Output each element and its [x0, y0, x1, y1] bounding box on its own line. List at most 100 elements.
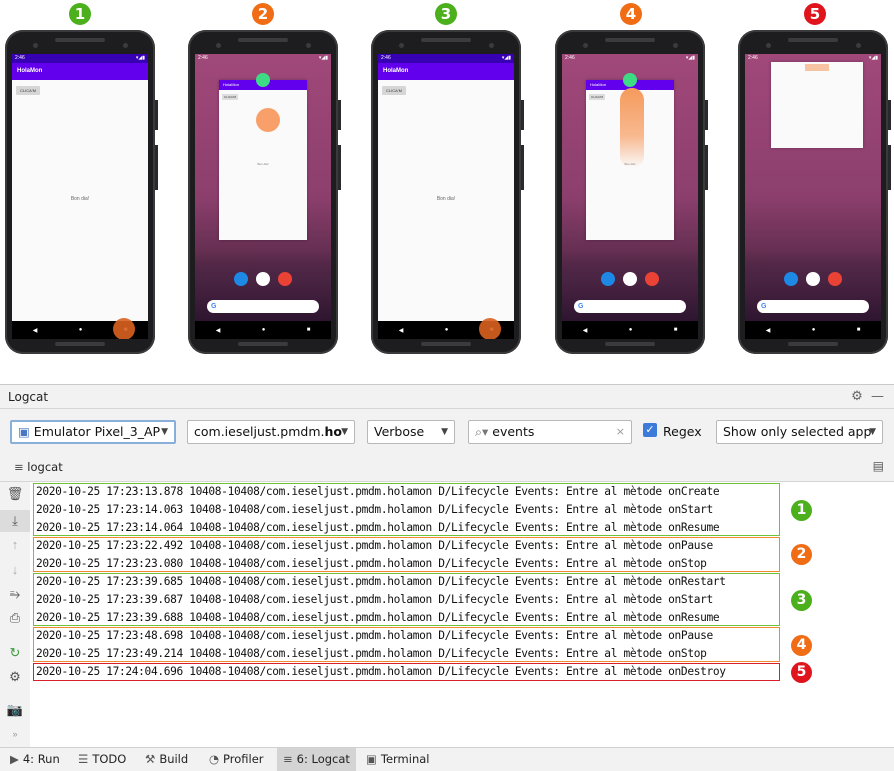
tab-build[interactable]: ⚒ Build — [139, 748, 194, 771]
google-search-bar[interactable]: G — [574, 300, 686, 313]
back-icon: ◀ — [582, 327, 588, 334]
tab-run[interactable]: ▶ 4: Run — [4, 748, 66, 771]
log-line: 2020-10-25 17:23:23.080 10408-10408/com.… — [36, 557, 707, 570]
touch-indicator — [479, 318, 501, 339]
tab-profiler[interactable]: ◔ Profiler — [203, 748, 270, 771]
chevron-down-icon: ▼ — [869, 427, 876, 437]
phone-5: 2:46 ▾◢▮ G ◀ ● ■ — [738, 30, 891, 354]
phone-screen: 2:46▾◢▮ HolaMon CLICA'M Bon dia! G ◀●■ — [562, 54, 698, 339]
print-icon[interactable]: ⎙ — [0, 610, 30, 626]
logcat-side-toolbar: 🗑 ⤓ ↑ ↓ ⥱ ⎙ ↻ ⚙ 📷 » — [0, 482, 31, 747]
device-select[interactable]: ▣ Emulator Pixel_3_AP ▼ — [10, 420, 176, 444]
chrome-icon[interactable] — [278, 272, 292, 286]
home-icon: ● — [444, 327, 449, 333]
swipe-trail — [620, 88, 644, 168]
app-title: HolaMon — [378, 63, 514, 80]
recent-app-card[interactable]: HolaMon CLICA'M Bon dia! — [219, 80, 307, 240]
phone-4: 2:46▾◢▮ HolaMon CLICA'M Bon dia! G ◀●■ — [555, 30, 708, 354]
app-title: HolaMon — [12, 63, 148, 80]
lines-icon: ≡ — [14, 460, 24, 474]
logcat-icon: ≡ — [283, 752, 293, 766]
phone-screen: 2:46▾◢▮ HolaMon CLICA'M Bon dia! ◀●■ — [378, 54, 514, 339]
chrome-icon[interactable] — [645, 272, 659, 286]
down-arrow-icon[interactable]: ↓ — [0, 562, 30, 577]
logcat-panel: Logcat ⚙ — ▣ Emulator Pixel_3_AP ▼ com.ie… — [0, 384, 894, 771]
scroll-to-end-icon[interactable]: ⤓ — [0, 510, 30, 532]
log-line: 2020-10-25 17:23:39.685 10408-10408/com.… — [36, 575, 726, 588]
device-icon: ▣ — [18, 424, 30, 439]
clicam-button[interactable]: CLICA'M — [382, 86, 406, 95]
google-search-bar[interactable]: G — [757, 300, 869, 313]
log-step-badge-4: 4 — [791, 635, 812, 656]
log-output[interactable]: 2020-10-25 17:23:13.878 10408-10408/com.… — [30, 482, 894, 747]
google-search-bar[interactable]: G — [207, 300, 319, 313]
filter-select[interactable]: Show only selected app ▼ — [716, 420, 883, 444]
android-icon — [256, 73, 270, 87]
step-badge-4: 4 — [620, 3, 642, 25]
profiler-icon: ◔ — [209, 752, 220, 766]
search-input[interactable]: ⌕▾ events × — [468, 420, 632, 444]
regex-checkbox[interactable]: ✓ — [643, 423, 657, 437]
touch-indicator — [256, 108, 280, 132]
home-icon: ● — [628, 327, 633, 333]
dismissed-card — [771, 62, 863, 148]
log-step-badge-1: 1 — [791, 500, 812, 521]
messages-icon[interactable] — [234, 272, 248, 286]
log-level-select[interactable]: Verbose ▼ — [367, 420, 455, 444]
panel-title: Logcat ⚙ — — [0, 385, 894, 409]
messages-icon[interactable] — [784, 272, 798, 286]
log-line: 2020-10-25 17:23:13.878 10408-10408/com.… — [36, 485, 720, 498]
restart-icon[interactable]: ↻ — [0, 645, 30, 661]
regex-label: Regex — [663, 424, 702, 439]
package-select[interactable]: com.ieseljust.pmdm.ho ▼ — [187, 420, 355, 444]
touch-indicator — [113, 318, 135, 339]
chrome-icon[interactable] — [828, 272, 842, 286]
layout-icon[interactable]: ▤ — [873, 459, 884, 473]
home-icon: ● — [261, 327, 266, 333]
back-icon: ◀ — [215, 327, 221, 334]
phone-screen: 2:46▾◢▮ HolaMon CLICA'M Bon dia! G ◀●■ — [195, 54, 331, 339]
log-line: 2020-10-25 17:23:14.063 10408-10408/com.… — [36, 503, 713, 516]
step-badge-1: 1 — [69, 3, 91, 25]
tab-todo[interactable]: ☰ TODO — [72, 748, 132, 771]
chevron-down-icon: ▼ — [441, 427, 448, 437]
back-icon: ◀ — [398, 327, 404, 334]
tab-terminal[interactable]: ▣ Terminal — [360, 748, 435, 771]
gear-icon[interactable]: ⚙ — [851, 389, 863, 404]
recents-icon: ■ — [673, 327, 678, 333]
log-line: 2020-10-25 17:23:14.064 10408-10408/com.… — [36, 521, 720, 534]
play-store-icon[interactable] — [256, 272, 270, 286]
trash-icon[interactable]: 🗑 — [0, 486, 30, 502]
step-badge-5: 5 — [804, 3, 826, 25]
tool-window-bar: ▶ 4: Run ☰ TODO ⚒ Build ◔ Profiler ≡ 6: Logca… — [0, 747, 894, 771]
phone-1: 2:46▾◢▮ HolaMon CLICA'M Bon dia! ◀●■ — [5, 30, 158, 354]
chevron-down-icon: ▼ — [341, 427, 348, 437]
minimize-icon[interactable]: — — [871, 389, 884, 404]
more-icon[interactable]: » — [0, 729, 30, 739]
play-store-icon[interactable] — [806, 272, 820, 286]
recents-icon: ■ — [856, 327, 861, 333]
log-line: 2020-10-25 17:24:04.696 10408-10408/com.… — [36, 665, 726, 678]
log-step-badge-5: 5 — [791, 662, 812, 683]
log-line: 2020-10-25 17:23:48.698 10408-10408/com.… — [36, 629, 713, 642]
screen-capture-icon[interactable]: 📷 — [0, 702, 30, 718]
logcat-toolbar: ▣ Emulator Pixel_3_AP ▼ com.ieseljust.pmd… — [0, 409, 894, 453]
step-badge-2: 2 — [252, 3, 274, 25]
recents-icon: ■ — [306, 327, 311, 333]
settings-icon[interactable]: ⚙ — [0, 669, 30, 685]
play-store-icon[interactable] — [623, 272, 637, 286]
clicam-button[interactable]: CLICA'M — [16, 86, 40, 95]
messages-icon[interactable] — [601, 272, 615, 286]
up-arrow-icon[interactable]: ↑ — [0, 537, 30, 552]
phone-3: 2:46▾◢▮ HolaMon CLICA'M Bon dia! ◀●■ — [371, 30, 524, 354]
build-icon: ⚒ — [145, 752, 156, 766]
tab-logcat[interactable]: ≡ logcat — [14, 460, 63, 474]
phone-screen: 2:46 ▾◢▮ G ◀ ● ■ — [745, 54, 881, 339]
log-step-badge-2: 2 — [791, 544, 812, 565]
log-line: 2020-10-25 17:23:39.688 10408-10408/com.… — [36, 611, 720, 624]
swipe-trail — [805, 64, 829, 71]
soft-wrap-icon[interactable]: ⥱ — [0, 586, 30, 602]
recent-app-card[interactable]: HolaMon CLICA'M Bon dia! — [586, 80, 674, 240]
status-time: 2:46 — [15, 55, 25, 61]
tab-logcat-bottom[interactable]: ≡ 6: Logcat — [277, 748, 356, 771]
